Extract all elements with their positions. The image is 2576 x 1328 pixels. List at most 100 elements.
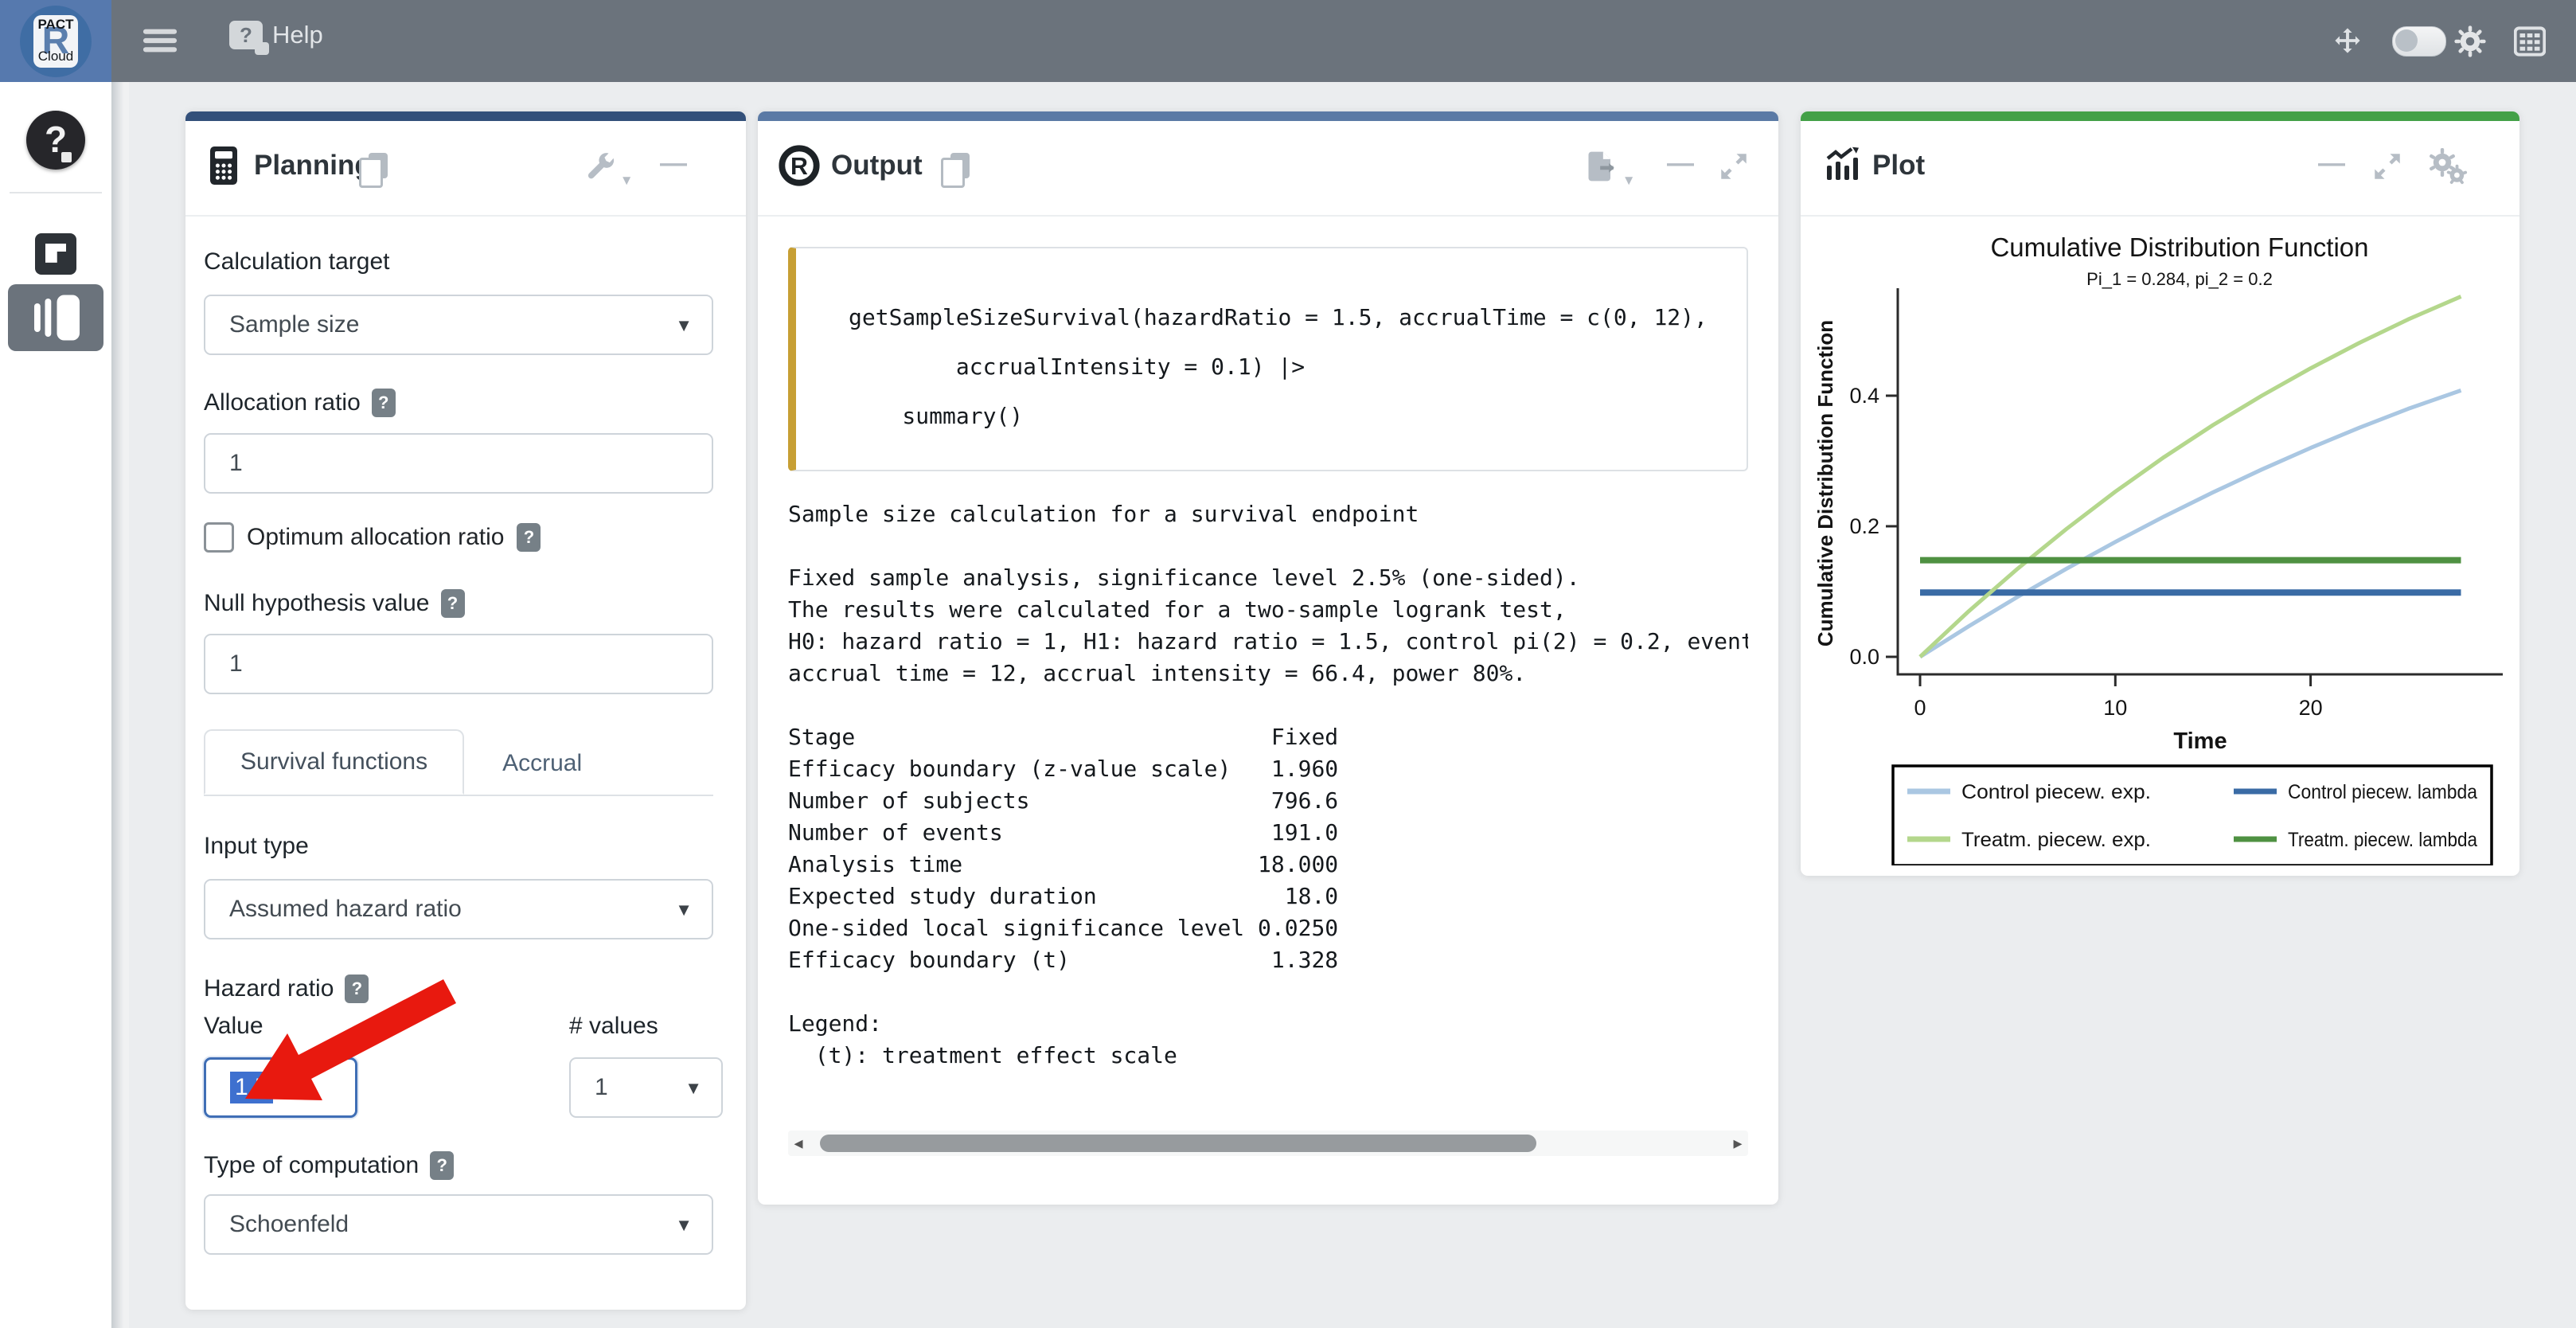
- scroll-right-icon[interactable]: ▸: [1727, 1131, 1748, 1156]
- copy-icon[interactable]: [941, 153, 970, 188]
- svg-text:R: R: [790, 154, 808, 180]
- help-icon: ?: [229, 21, 263, 49]
- fullscreen-button[interactable]: [2331, 24, 2364, 60]
- export-dropdown[interactable]: ▼: [1584, 148, 1636, 189]
- planning-title: Planning: [254, 150, 372, 182]
- num-values-label: # values: [569, 1013, 658, 1040]
- rpact-cloud-app: R PACT Cloud ? Help: [0, 0, 2576, 1328]
- chart-icon: [1823, 146, 1861, 189]
- help-badge-icon[interactable]: ?: [430, 1151, 454, 1180]
- value-label: Value: [204, 1013, 263, 1040]
- avatar-badge: [61, 152, 72, 162]
- hamburger-icon: [142, 49, 178, 61]
- plot-accent-bar: [1801, 111, 2519, 121]
- allocation-ratio-input[interactable]: 1: [204, 433, 713, 494]
- svg-text:Treatm. piecew. lambda: Treatm. piecew. lambda: [2288, 829, 2477, 851]
- calculation-target-select[interactable]: Sample size▼: [204, 295, 713, 355]
- plot-expand-button[interactable]: [2371, 150, 2404, 186]
- file-export-icon: [1584, 175, 1619, 187]
- hazard-ratio-value-input[interactable]: 1,5: [204, 1057, 357, 1118]
- svg-text:Control piecew. lambda: Control piecew. lambda: [2288, 781, 2477, 803]
- toggle-knob: [2395, 29, 2418, 52]
- input-type-label: Input type: [204, 833, 309, 860]
- help-badge-icon[interactable]: ?: [441, 589, 465, 618]
- plot-header: Plot —: [1801, 121, 2519, 217]
- r-logo-icon: R: [779, 145, 820, 190]
- rpact-cloud-logo-icon: R PACT Cloud: [20, 6, 92, 77]
- svg-text:Cumulative Distribution Functi: Cumulative Distribution Function: [1990, 232, 2368, 262]
- copy-icon[interactable]: [359, 153, 388, 188]
- plot-settings-button[interactable]: [2426, 146, 2468, 187]
- main-vertical-scrollbar[interactable]: [111, 82, 129, 1328]
- svg-text:Treatm. piecew. exp.: Treatm. piecew. exp.: [1961, 829, 2151, 851]
- type-of-computation-select[interactable]: Schoenfeld▼: [204, 1194, 713, 1255]
- wrench-icon: [584, 175, 617, 187]
- gears-icon: [2426, 175, 2468, 187]
- topbar: R PACT Cloud ? Help: [0, 0, 2576, 82]
- planning-collapse-button[interactable]: —: [660, 148, 687, 179]
- sidebar-divider: [10, 192, 102, 193]
- svg-text:0: 0: [1914, 696, 1926, 720]
- type-of-computation-label: Type of computation?: [204, 1151, 454, 1180]
- selected-text: 1,5: [230, 1072, 273, 1103]
- svg-text:Time: Time: [2173, 728, 2227, 754]
- gear-icon: [2453, 49, 2487, 61]
- svg-text:0.2: 0.2: [1849, 514, 1879, 538]
- settings-button[interactable]: [2453, 25, 2487, 61]
- svg-text:Control piecew. exp.: Control piecew. exp.: [1961, 781, 2151, 803]
- help-menu[interactable]: ? Help: [229, 21, 323, 49]
- tab-survival-functions[interactable]: Survival functions: [204, 729, 464, 795]
- svg-text:Pi_1 = 0.284, pi_2 = 0.2: Pi_1 = 0.284, pi_2 = 0.2: [2086, 269, 2273, 289]
- calculator-icon: [205, 145, 243, 190]
- output-horizontal-scrollbar[interactable]: ◂ ▸: [788, 1131, 1748, 1156]
- svg-text:10: 10: [2103, 696, 2127, 720]
- help-badge-icon[interactable]: ?: [345, 975, 369, 1003]
- optimum-allocation-checkbox-row[interactable]: Optimum allocation ratio ?: [204, 522, 541, 553]
- planning-accent-bar: [185, 111, 746, 121]
- planning-panel: Planning ▼ — Calculation target Sample s…: [185, 111, 746, 1310]
- allocation-ratio-label: Allocation ratio?: [204, 389, 396, 417]
- output-accent-bar: [758, 111, 1778, 121]
- null-hypothesis-input[interactable]: 1: [204, 634, 713, 694]
- left-sidebar: ?: [0, 82, 111, 1328]
- chevron-down-icon: ▼: [675, 900, 693, 920]
- sidebar-item-panels-active[interactable]: [8, 284, 103, 351]
- user-avatar[interactable]: ?: [26, 111, 85, 170]
- input-type-select[interactable]: Assumed hazard ratio▼: [204, 879, 713, 939]
- sidebar-item-board[interactable]: [35, 233, 76, 275]
- svg-text:20: 20: [2299, 696, 2323, 720]
- chevron-down-icon: ▼: [685, 1078, 702, 1099]
- svg-text:Cumulative Distribution Functi: Cumulative Distribution Function: [1813, 320, 1837, 646]
- arrows-alt-icon: [2331, 48, 2364, 60]
- svg-text:0.4: 0.4: [1849, 384, 1879, 408]
- calculation-target-label: Calculation target: [204, 248, 389, 275]
- output-header: R Output ▼ —: [758, 121, 1778, 217]
- planning-tabs: Survival functions Accrual: [204, 729, 620, 795]
- plot-collapse-button[interactable]: —: [2318, 148, 2345, 179]
- scrollbar-thumb[interactable]: [820, 1135, 1536, 1152]
- app-logo[interactable]: R PACT Cloud: [0, 0, 111, 82]
- hazard-ratio-label: Hazard ratio?: [204, 975, 369, 1003]
- help-badge-icon[interactable]: ?: [372, 389, 396, 417]
- num-values-select[interactable]: 1▼: [569, 1057, 723, 1118]
- output-collapse-button[interactable]: —: [1667, 148, 1694, 179]
- tabs-underline: [204, 795, 713, 796]
- svg-text:0.0: 0.0: [1849, 645, 1879, 669]
- output-panel: R Output ▼ — getSampleSizeSurvival(hazar…: [758, 111, 1778, 1205]
- r-code: getSampleSizeSurvival(hazardRatio = 1.5,…: [796, 248, 1747, 441]
- null-hypothesis-label: Null hypothesis value?: [204, 589, 465, 618]
- grid-icon: [2514, 47, 2546, 59]
- theme-toggle[interactable]: [2392, 26, 2446, 57]
- help-badge-icon[interactable]: ?: [517, 523, 541, 552]
- scroll-left-icon[interactable]: ◂: [788, 1131, 809, 1156]
- sidebar-toggle-button[interactable]: [142, 22, 178, 61]
- expand-icon: [1717, 174, 1751, 186]
- tab-accrual[interactable]: Accrual: [464, 732, 620, 795]
- code-block: getSampleSizeSurvival(hazardRatio = 1.5,…: [788, 247, 1748, 471]
- checkbox-unchecked[interactable]: [204, 522, 234, 553]
- planning-header: Planning ▼ —: [185, 121, 746, 217]
- apps-grid-button[interactable]: [2514, 26, 2546, 59]
- chevron-down-icon: ▼: [675, 315, 693, 336]
- output-expand-button[interactable]: [1717, 150, 1751, 186]
- planning-tools-dropdown[interactable]: ▼: [584, 151, 634, 189]
